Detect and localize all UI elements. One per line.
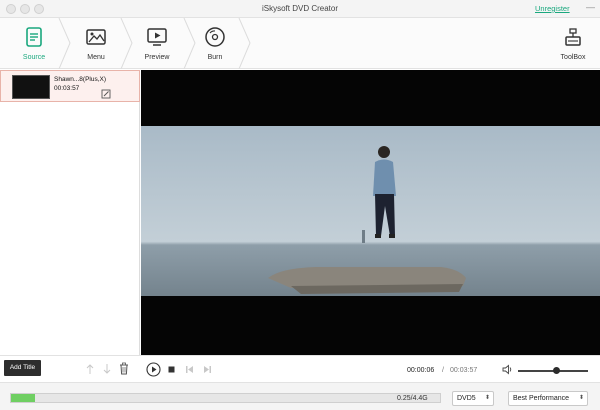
next-frame-icon[interactable] (203, 365, 212, 374)
play-icon[interactable] (146, 362, 161, 377)
move-down-icon[interactable] (101, 363, 113, 375)
video-preview (141, 70, 600, 355)
workflow-toolbar: Source Menu Preview Burn ToolBox (0, 18, 600, 69)
clip-name: Shawn...8(Plus,X) (54, 76, 107, 83)
source-icon (26, 27, 42, 47)
step-divider (120, 18, 133, 69)
tab-source[interactable]: Source (10, 18, 58, 69)
window-titlebar: iSkysoft DVD Creator Unregister — (0, 0, 600, 18)
current-time: 00:00:06 (407, 367, 435, 374)
app-title: iSkysoft DVD Creator (261, 4, 339, 13)
quality-value: Best Performance (513, 395, 570, 402)
playback-controls: Add Title 00:00:06 / 00:03:57 (0, 355, 600, 382)
preview-icon (147, 28, 167, 46)
quality-select[interactable]: Best Performance ⬍ (508, 391, 588, 406)
unregister-link[interactable]: Unregister (535, 4, 570, 13)
tab-source-label: Source (22, 54, 46, 61)
disc-capacity-fill (11, 394, 36, 402)
minimize-panel-button[interactable]: — (586, 2, 595, 12)
clip-duration: 00:03:57 (54, 85, 80, 92)
trash-icon[interactable] (118, 362, 130, 375)
total-time: 00:03:57 (450, 367, 478, 374)
video-frame (141, 126, 600, 296)
disc-type-value: DVD5 (457, 395, 476, 402)
edit-icon[interactable] (101, 89, 111, 99)
source-list-panel: Shawn...8(Plus,X) 00:03:57 (0, 70, 140, 355)
stop-icon[interactable] (168, 366, 175, 373)
tab-preview[interactable]: Preview (133, 18, 181, 69)
step-divider (238, 18, 251, 69)
volume-icon[interactable] (502, 364, 513, 375)
clip-thumbnail (12, 75, 50, 99)
disc-type-select[interactable]: DVD5 ⬍ (452, 391, 494, 406)
volume-slider-handle[interactable] (553, 367, 560, 374)
status-bar: 0.25/4.4G DVD5 ⬍ Best Performance ⬍ (0, 382, 600, 410)
previous-frame-icon[interactable] (185, 365, 194, 374)
tab-menu-label: Menu (87, 54, 105, 61)
menu-template-icon (86, 29, 106, 45)
toolbox-icon (565, 28, 581, 46)
burn-disc-icon (205, 27, 225, 47)
video-frame-image (141, 126, 600, 296)
tab-burn-label: Burn (207, 54, 223, 61)
tab-preview-label: Preview (144, 54, 170, 61)
tab-burn[interactable]: Burn (191, 18, 239, 69)
toolbox-label: ToolBox (560, 54, 586, 61)
updown-arrow-icon: ⬍ (578, 395, 584, 401)
tab-menu[interactable]: Menu (72, 18, 120, 69)
add-title-button[interactable]: Add Title (4, 360, 41, 376)
disc-capacity-text: 0.25/4.4G (397, 395, 428, 402)
move-up-icon[interactable] (84, 363, 96, 375)
updown-arrow-icon: ⬍ (484, 395, 490, 401)
list-item[interactable]: Shawn...8(Plus,X) 00:03:57 (0, 70, 140, 102)
time-separator: / (442, 367, 444, 374)
step-divider (58, 18, 71, 69)
disc-capacity-bar (10, 393, 441, 403)
toolbox-button[interactable]: ToolBox (550, 18, 596, 69)
